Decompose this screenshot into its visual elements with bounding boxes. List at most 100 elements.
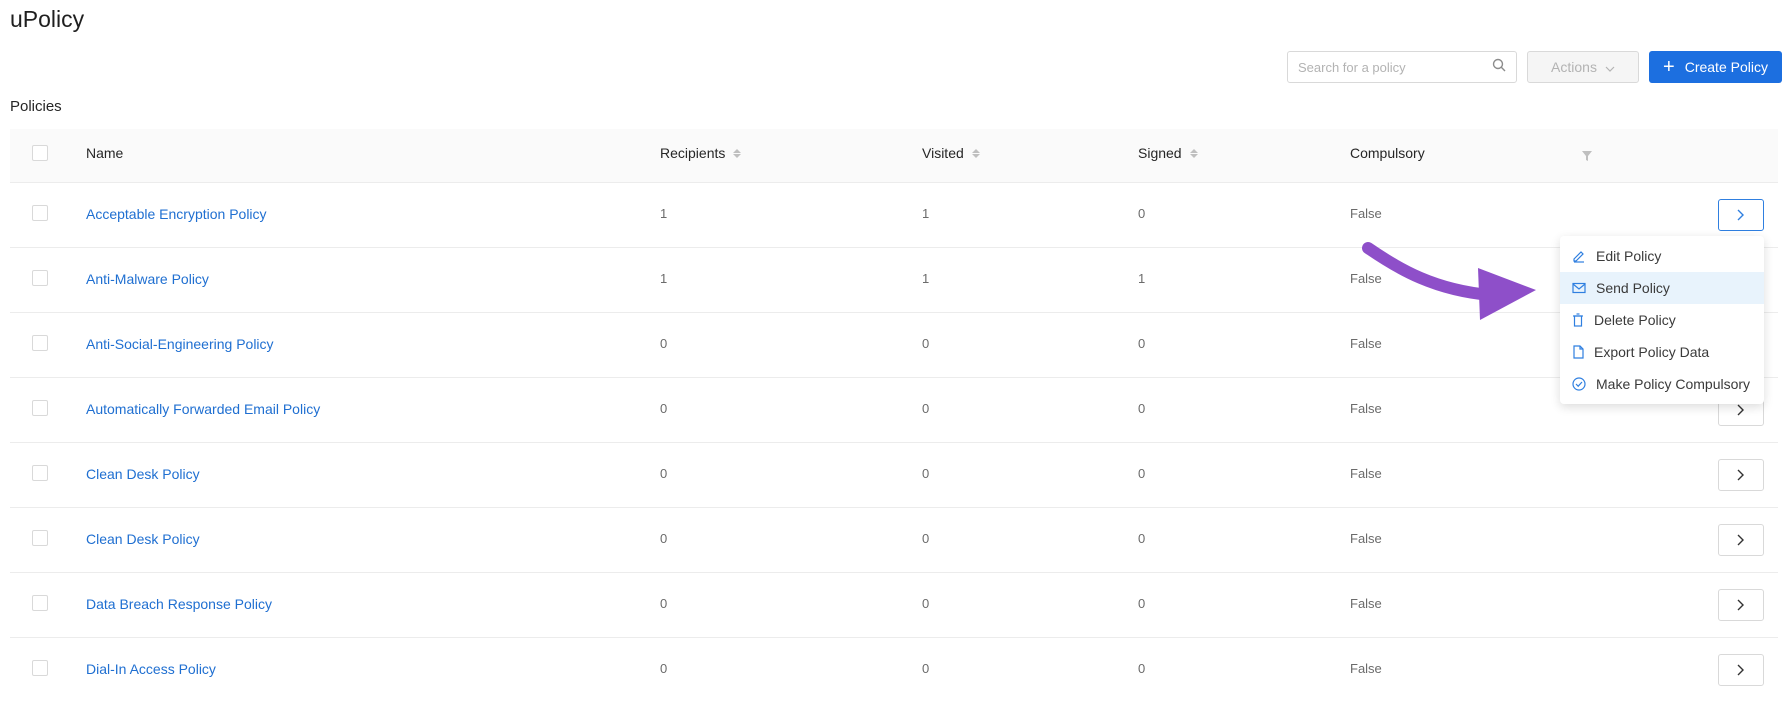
header-recipients-label: Recipients: [660, 145, 726, 161]
menu-item-export-policy-data[interactable]: Export Policy Data: [1560, 336, 1764, 368]
recipients-value: 0: [660, 466, 668, 481]
table-row[interactable]: Automatically Forwarded Email Policy 0 0…: [10, 378, 1778, 443]
policy-name-link[interactable]: Anti-Social-Engineering Policy: [86, 336, 274, 352]
create-policy-button[interactable]: + Create Policy: [1649, 51, 1782, 83]
menu-item-label: Make Policy Compulsory: [1596, 376, 1751, 392]
policy-name-link[interactable]: Dial-In Access Policy: [86, 661, 216, 677]
visited-value: 1: [922, 271, 930, 286]
create-policy-label: Create Policy: [1684, 59, 1768, 75]
menu-item-send-policy[interactable]: Send Policy: [1560, 272, 1764, 304]
header-recipients[interactable]: Recipients: [660, 145, 742, 161]
signed-value: 1: [1138, 271, 1146, 286]
chevron-right-icon: [1737, 534, 1744, 546]
policy-name-link[interactable]: Acceptable Encryption Policy: [86, 206, 267, 222]
row-checkbox[interactable]: [32, 270, 48, 286]
chevron-right-icon: [1737, 599, 1744, 611]
sort-icon[interactable]: [1189, 148, 1198, 158]
check-circle-icon: [1572, 377, 1586, 391]
table-row[interactable]: Clean Desk Policy 0 0 0 False: [10, 443, 1778, 508]
row-checkbox[interactable]: [32, 660, 48, 676]
table-row[interactable]: Data Breach Response Policy 0 0 0 False: [10, 573, 1778, 638]
row-checkbox[interactable]: [32, 205, 48, 221]
policies-table: Name Recipients Visited Signed Compulsor…: [10, 129, 1778, 702]
signed-value: 0: [1138, 661, 1146, 676]
chevron-right-icon: [1737, 664, 1744, 676]
header-signed-label: Signed: [1138, 145, 1182, 161]
search-box[interactable]: [1287, 51, 1517, 83]
recipients-value: 1: [660, 271, 668, 286]
compulsory-value: False: [1350, 466, 1382, 481]
signed-value: 0: [1138, 401, 1146, 416]
compulsory-value: False: [1350, 531, 1382, 546]
header-signed[interactable]: Signed: [1138, 145, 1198, 161]
signed-value: 0: [1138, 336, 1146, 351]
search-input[interactable]: [1298, 59, 1478, 75]
edit-icon: [1573, 251, 1584, 263]
row-actions-button[interactable]: [1718, 524, 1764, 556]
app-title: uPolicy: [10, 6, 85, 32]
row-checkbox[interactable]: [32, 335, 48, 351]
recipients-value: 0: [660, 596, 668, 611]
section-title: Policies: [10, 98, 62, 115]
table-row[interactable]: Clean Desk Policy 0 0 0 False: [10, 508, 1778, 573]
header-compulsory-label: Compulsory: [1350, 145, 1425, 161]
actions-dropdown-button[interactable]: Actions: [1527, 51, 1639, 83]
search-icon[interactable]: [1492, 58, 1506, 77]
signed-value: 0: [1138, 206, 1146, 221]
row-actions-button[interactable]: [1718, 199, 1764, 231]
compulsory-value: False: [1350, 206, 1382, 221]
recipients-value: 0: [660, 336, 668, 351]
select-all-checkbox[interactable]: [32, 145, 48, 161]
compulsory-value: False: [1350, 336, 1382, 351]
annotation-arrow-icon: [1362, 242, 1536, 320]
visited-value: 1: [922, 206, 930, 221]
header-compulsory: Compulsory: [1350, 145, 1425, 161]
menu-item-make-compulsory[interactable]: Make Policy Compulsory: [1560, 368, 1764, 400]
recipients-value: 0: [660, 401, 668, 416]
header-name-label: Name: [86, 145, 124, 161]
chevron-right-icon: [1737, 209, 1744, 221]
menu-item-label: Send Policy: [1596, 280, 1670, 296]
menu-item-label: Export Policy Data: [1594, 344, 1710, 360]
policy-name-link[interactable]: Automatically Forwarded Email Policy: [86, 401, 320, 417]
header-visited-label: Visited: [922, 145, 964, 161]
menu-item-delete-policy[interactable]: Delete Policy: [1560, 304, 1764, 336]
visited-value: 0: [922, 661, 930, 676]
row-checkbox[interactable]: [32, 400, 48, 416]
menu-item-edit-policy[interactable]: Edit Policy: [1560, 240, 1764, 272]
sort-icon[interactable]: [733, 148, 742, 158]
table-row[interactable]: Dial-In Access Policy 0 0 0 False: [10, 638, 1778, 702]
recipients-value: 0: [660, 661, 668, 676]
policy-name-link[interactable]: Data Breach Response Policy: [86, 596, 272, 612]
visited-value: 0: [922, 531, 930, 546]
table-row[interactable]: Acceptable Encryption Policy 1 1 0 False: [10, 183, 1778, 248]
compulsory-value: False: [1350, 596, 1382, 611]
header-visited[interactable]: Visited: [922, 145, 980, 161]
file-icon: [1573, 345, 1584, 359]
policy-context-menu: Edit Policy Send Policy Delete Policy Ex…: [1560, 236, 1764, 404]
chevron-right-icon: [1737, 469, 1744, 481]
policy-name-link[interactable]: Clean Desk Policy: [86, 466, 200, 482]
menu-item-label: Edit Policy: [1596, 248, 1662, 264]
toolbar: Actions + Create Policy: [1287, 51, 1782, 83]
row-checkbox[interactable]: [32, 465, 48, 481]
row-actions-button[interactable]: [1718, 654, 1764, 686]
policy-name-link[interactable]: Clean Desk Policy: [86, 531, 200, 547]
recipients-value: 1: [660, 206, 668, 221]
table-header: Name Recipients Visited Signed Compulsor…: [10, 129, 1778, 183]
visited-value: 0: [922, 596, 930, 611]
chevron-right-icon: [1737, 404, 1744, 416]
row-checkbox[interactable]: [32, 595, 48, 611]
row-checkbox[interactable]: [32, 530, 48, 546]
trash-icon: [1573, 313, 1583, 327]
plus-icon: +: [1663, 56, 1675, 78]
row-actions-button[interactable]: [1718, 589, 1764, 621]
sort-icon[interactable]: [971, 148, 980, 158]
filter-icon[interactable]: [1581, 149, 1593, 167]
recipients-value: 0: [660, 531, 668, 546]
row-actions-button[interactable]: [1718, 459, 1764, 491]
signed-value: 0: [1138, 596, 1146, 611]
policy-name-link[interactable]: Anti-Malware Policy: [86, 271, 209, 287]
compulsory-value: False: [1350, 401, 1382, 416]
signed-value: 0: [1138, 466, 1146, 481]
